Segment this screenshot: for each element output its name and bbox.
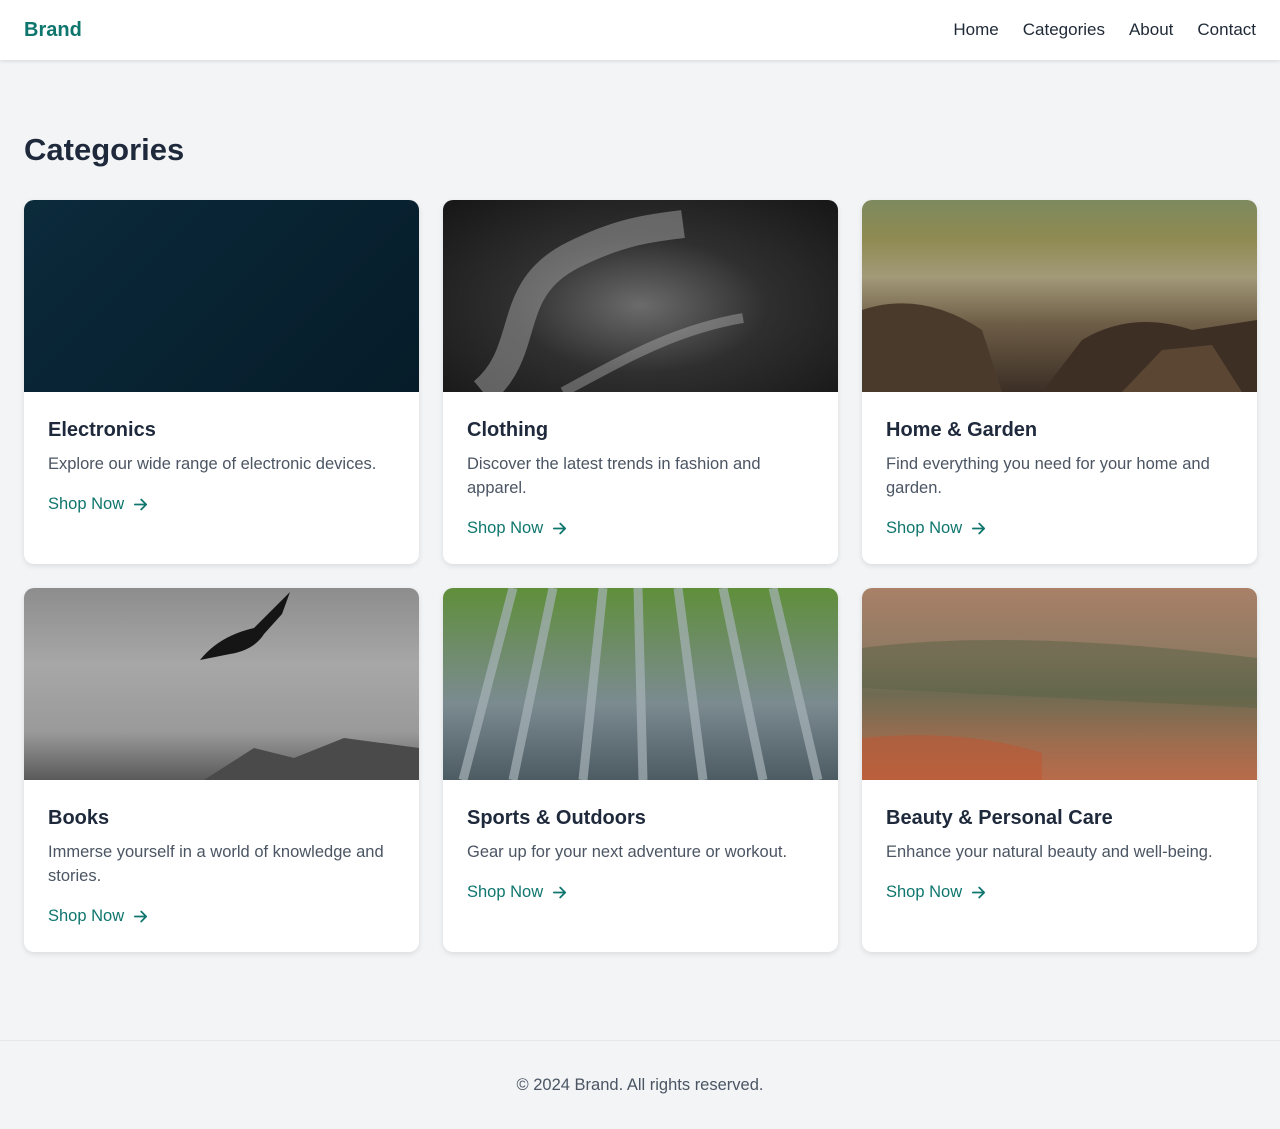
- page-title: Categories: [24, 132, 185, 167]
- category-description: Enhance your natural beauty and well-bei…: [886, 843, 1213, 861]
- shop-now-label: Shop Now: [467, 519, 544, 537]
- category-card-sports-outdoors: Sports & Outdoors Gear up for your next …: [443, 588, 838, 952]
- arrow-right-icon: [553, 522, 567, 534]
- arrow-right-icon: [972, 522, 986, 534]
- arrow-right-icon: [972, 886, 986, 898]
- category-image-electronics: [24, 200, 419, 392]
- footer: © 2024 Brand. All rights reserved.: [0, 1040, 1280, 1129]
- category-card-electronics: Electronics Explore our wide range of el…: [24, 200, 419, 564]
- shop-now-link[interactable]: Shop Now: [886, 516, 987, 540]
- main-content: Categories Electronics Explore our wide …: [0, 60, 1280, 1040]
- brand-logo[interactable]: Brand: [24, 19, 82, 42]
- category-card-beauty: Beauty & Personal Care Enhance your natu…: [862, 588, 1257, 952]
- arrow-right-icon: [134, 498, 148, 510]
- nav-links: Home Categories About Contact: [953, 20, 1256, 40]
- category-card-clothing: Clothing Discover the latest trends in f…: [443, 200, 838, 564]
- navbar: Brand Home Categories About Contact: [0, 0, 1280, 60]
- category-image-sports-outdoors: [443, 588, 838, 780]
- shop-now-label: Shop Now: [467, 883, 544, 901]
- category-image-beauty: [862, 588, 1257, 780]
- nav-link-home[interactable]: Home: [953, 20, 998, 40]
- category-description: Find everything you need for your home a…: [886, 455, 1210, 497]
- shop-now-label: Shop Now: [886, 883, 963, 901]
- category-title: Electronics: [48, 419, 156, 441]
- category-title: Home & Garden: [886, 419, 1038, 441]
- category-grid: Electronics Explore our wide range of el…: [24, 200, 1257, 952]
- shop-now-link[interactable]: Shop Now: [886, 880, 987, 904]
- shop-now-link[interactable]: Shop Now: [467, 880, 568, 904]
- nav-link-categories[interactable]: Categories: [1023, 20, 1105, 40]
- shop-now-link[interactable]: Shop Now: [467, 516, 568, 540]
- category-title: Books: [48, 807, 110, 829]
- shop-now-link[interactable]: Shop Now: [48, 492, 149, 516]
- copyright-text: © 2024 Brand. All rights reserved.: [516, 1075, 764, 1094]
- nav-link-contact[interactable]: Contact: [1197, 20, 1256, 40]
- category-image-home-garden: [862, 200, 1257, 392]
- category-title: Beauty & Personal Care: [886, 807, 1113, 829]
- category-description: Immerse yourself in a world of knowledge…: [48, 843, 384, 885]
- arrow-right-icon: [553, 886, 567, 898]
- category-description: Explore our wide range of electronic dev…: [48, 455, 377, 473]
- shop-now-link[interactable]: Shop Now: [48, 904, 149, 928]
- category-card-books: Books Immerse yourself in a world of kno…: [24, 588, 419, 952]
- nav-link-about[interactable]: About: [1129, 20, 1173, 40]
- category-description: Discover the latest trends in fashion an…: [467, 455, 761, 497]
- shop-now-label: Shop Now: [48, 907, 125, 925]
- category-image-clothing: [443, 200, 838, 392]
- shop-now-label: Shop Now: [48, 495, 125, 513]
- arrow-right-icon: [134, 910, 148, 922]
- category-title: Clothing: [467, 419, 549, 441]
- shop-now-label: Shop Now: [886, 519, 963, 537]
- category-description: Gear up for your next adventure or worko…: [467, 843, 788, 861]
- category-title: Sports & Outdoors: [467, 807, 646, 829]
- category-image-books: [24, 588, 419, 780]
- category-card-home-garden: Home & Garden Find everything you need f…: [862, 200, 1257, 564]
